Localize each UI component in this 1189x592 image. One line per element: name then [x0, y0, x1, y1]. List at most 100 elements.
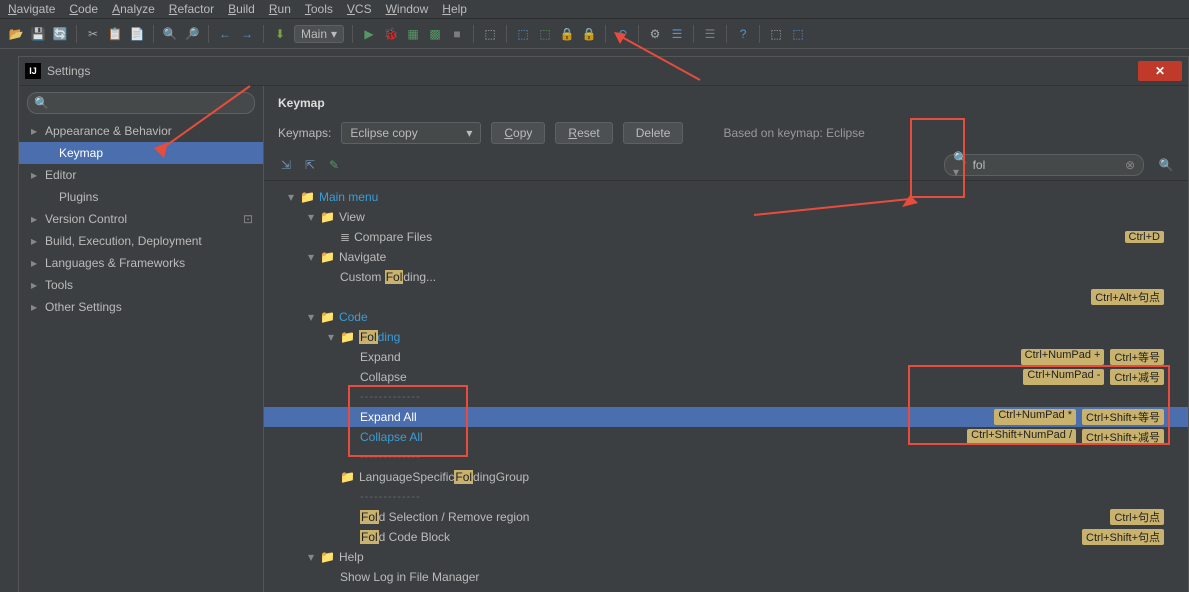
keymap-search-input[interactable] — [973, 158, 1125, 172]
tree-row[interactable]: ▾📁View — [264, 207, 1188, 227]
tree-row[interactable]: ------------- — [264, 447, 1188, 467]
menu-window[interactable]: Window — [386, 2, 429, 16]
sidebar-item-keymap[interactable]: Keymap — [19, 142, 263, 164]
undo-icon[interactable]: ↶ — [614, 26, 630, 42]
tree-label: LanguageSpecificFoldingGroup — [359, 470, 529, 484]
tree-row[interactable]: Fold Code BlockCtrl+Shift+句点 — [264, 527, 1188, 547]
edit-icon[interactable]: ✎ — [326, 157, 342, 173]
close-button[interactable]: ✕ — [1138, 61, 1182, 81]
caret-icon: ▾ — [308, 250, 320, 264]
tree-row[interactable]: 📁LanguageSpecificFoldingGroup — [264, 467, 1188, 487]
open-icon[interactable]: 📂 — [8, 26, 24, 42]
debug-icon[interactable]: 🐞 — [383, 26, 399, 42]
t7[interactable]: ⬚ — [768, 26, 784, 42]
content-header: Keymap — [264, 86, 1188, 116]
tree-row[interactable]: Show Log in File Manager — [264, 567, 1188, 587]
tree-row[interactable]: CollapseCtrl+NumPad -Ctrl+减号 — [264, 367, 1188, 387]
sidebar-item-tools[interactable]: ▸Tools — [19, 274, 263, 296]
settings-icon[interactable]: ⚙ — [647, 26, 663, 42]
sidebar-item-editor[interactable]: ▸Editor — [19, 164, 263, 186]
tree-row[interactable]: ▾📁Folding — [264, 327, 1188, 347]
tree-row[interactable]: ≣Compare FilesCtrl+D — [264, 227, 1188, 247]
tree-row[interactable]: ------------- — [264, 487, 1188, 507]
t4[interactable]: 🔒 — [559, 26, 575, 42]
structure-icon[interactable]: ☰ — [669, 26, 685, 42]
tree-row[interactable]: ExpandCtrl+NumPad +Ctrl+等号 — [264, 347, 1188, 367]
clear-search-icon[interactable]: ⊗ — [1125, 158, 1135, 172]
tree-row[interactable]: Fold Selection / Remove regionCtrl+句点 — [264, 507, 1188, 527]
run-icon[interactable]: ▶ — [361, 26, 377, 42]
profile-icon[interactable]: ▩ — [427, 26, 443, 42]
tree-label: Collapse All — [360, 430, 423, 444]
caret-icon: ▸ — [29, 168, 39, 182]
copy-button[interactable]: Copy — [491, 122, 545, 144]
app-menubar: Navigate Code Analyze Refactor Build Run Tools… — [0, 0, 1189, 19]
save-icon[interactable]: 💾 — [30, 26, 46, 42]
sidebar-search-input[interactable] — [53, 96, 248, 111]
tree-row[interactable]: Ctrl+Alt+句点 — [264, 287, 1188, 307]
find-by-shortcut-icon[interactable]: 🔍 — [1158, 157, 1174, 173]
t8[interactable]: ⬚ — [790, 26, 806, 42]
t6[interactable]: ☰ — [702, 26, 718, 42]
app-toolbar: 📂 💾 🔄 ✂ 📋 📄 🔍 🔎 ← → ⬇ Main ▾ ▶ 🐞 ▦ ▩ ■ ⬚… — [0, 19, 1189, 49]
sidebar-item-other-settings[interactable]: ▸Other Settings — [19, 296, 263, 318]
collapse-all-icon[interactable]: ⇱ — [302, 157, 318, 173]
tree-label: Compare Files — [354, 230, 432, 244]
menu-tools[interactable]: Tools — [305, 2, 333, 16]
tree-row[interactable]: Collapse AllCtrl+Shift+NumPad /Ctrl+Shif… — [264, 427, 1188, 447]
refresh-icon[interactable]: 🔄 — [52, 26, 68, 42]
forward-icon[interactable]: → — [239, 26, 255, 42]
sidebar-item-version-control[interactable]: ▸Version Control⊡ — [19, 208, 263, 230]
keymaps-label: Keymaps: — [278, 126, 331, 140]
run-config-combo[interactable]: Main ▾ — [294, 25, 344, 43]
tree-label: Fold Code Block — [360, 530, 450, 544]
t1[interactable]: ⬚ — [482, 26, 498, 42]
vcs-icon[interactable]: ⬇ — [272, 26, 288, 42]
menu-refactor[interactable]: Refactor — [169, 2, 214, 16]
menu-run[interactable]: Run — [269, 2, 291, 16]
tree-row[interactable]: ------------- — [264, 387, 1188, 407]
sidebar-item-languages-frameworks[interactable]: ▸Languages & Frameworks — [19, 252, 263, 274]
tree-row[interactable]: ▾📁Code — [264, 307, 1188, 327]
cut-icon[interactable]: ✂ — [85, 26, 101, 42]
menu-navigate[interactable]: Navigate — [8, 2, 55, 16]
sidebar-item-build-execution-deployment[interactable]: ▸Build, Execution, Deployment — [19, 230, 263, 252]
coverage-icon[interactable]: ▦ — [405, 26, 421, 42]
tree-row[interactable]: ▾📁Main menu — [264, 187, 1188, 207]
sidebar-item-label: Tools — [45, 278, 73, 292]
shortcut-badge: Ctrl+等号 — [1110, 349, 1164, 365]
t3[interactable]: ⬚ — [537, 26, 553, 42]
keymap-tree[interactable]: ▾📁Main menu▾📁View≣Compare FilesCtrl+D▾📁N… — [264, 181, 1188, 592]
caret-icon: ▾ — [308, 550, 320, 564]
replace-icon[interactable]: 🔎 — [184, 26, 200, 42]
sidebar-item-label: Appearance & Behavior — [45, 124, 172, 138]
find-icon[interactable]: 🔍 — [162, 26, 178, 42]
caret-icon: ▸ — [29, 300, 39, 314]
tree-row[interactable]: ▾📁Help — [264, 547, 1188, 567]
reset-button[interactable]: Reset — [555, 122, 612, 144]
tree-row[interactable]: ▾📁Navigate — [264, 247, 1188, 267]
paste-icon[interactable]: 📄 — [129, 26, 145, 42]
delete-button[interactable]: Delete — [623, 122, 684, 144]
keymap-search[interactable]: 🔍▾ ⊗ — [944, 154, 1144, 176]
help-icon[interactable]: ? — [735, 26, 751, 42]
t2[interactable]: ⬚ — [515, 26, 531, 42]
t5[interactable]: 🔒 — [581, 26, 597, 42]
sidebar-item-appearance-behavior[interactable]: ▸ Appearance & Behavior — [19, 120, 263, 142]
copy-icon[interactable]: 📋 — [107, 26, 123, 42]
menu-code[interactable]: Code — [69, 2, 98, 16]
caret-icon: ▸ — [29, 124, 39, 138]
menu-build[interactable]: Build — [228, 2, 255, 16]
menu-analyze[interactable]: Analyze — [112, 2, 155, 16]
sidebar-search[interactable]: 🔍 — [27, 92, 255, 114]
stop-icon[interactable]: ■ — [449, 26, 465, 42]
expand-all-icon[interactable]: ⇲ — [278, 157, 294, 173]
keymaps-combo[interactable]: Eclipse copy ▾ — [341, 122, 481, 144]
menu-vcs[interactable]: VCS — [347, 2, 372, 16]
run-config-label: Main — [301, 27, 327, 41]
back-icon[interactable]: ← — [217, 26, 233, 42]
menu-help[interactable]: Help — [442, 2, 467, 16]
sidebar-item-plugins[interactable]: Plugins — [19, 186, 263, 208]
tree-row[interactable]: Custom Folding... — [264, 267, 1188, 287]
tree-row[interactable]: Expand AllCtrl+NumPad *Ctrl+Shift+等号 — [264, 407, 1188, 427]
